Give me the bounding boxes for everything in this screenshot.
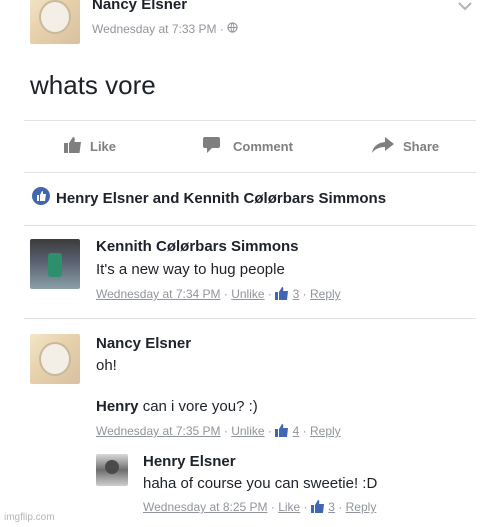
comment-1-like-count[interactable]: 3	[293, 287, 300, 301]
comment-1-author[interactable]: Kennith Cølørbars Simmons	[96, 238, 299, 255]
comment-1-like-count-icon	[275, 287, 292, 301]
divider-middle	[24, 172, 476, 173]
reply-text: haha of course you can sweetie! :D	[143, 475, 378, 492]
post-timestamp[interactable]: Wednesday at 7:33 PM ·	[92, 22, 238, 36]
sep: ·	[303, 500, 311, 514]
sep: ·	[302, 287, 310, 301]
thumbs-up-icon	[64, 136, 82, 156]
comment-2-text2: can i vore you? :)	[142, 398, 258, 415]
share-arrow-icon	[372, 136, 394, 156]
reply-author[interactable]: Henry Elsner	[143, 453, 236, 470]
reply-reply-button[interactable]: Reply	[346, 500, 377, 514]
share-label: Share	[403, 138, 440, 154]
imgflip-watermark: imgflip.com	[4, 512, 55, 523]
post-options-chevron-icon[interactable]	[458, 0, 472, 11]
comment-2-reply-button[interactable]: Reply	[310, 424, 341, 438]
comment-2-meta: Wednesday at 7:35 PM · Unlike · 4 · Repl…	[96, 424, 341, 438]
comment-2-like-count-icon	[275, 424, 292, 438]
reactions-text: Henry Elsner and Kennith Cølørbars Simmo…	[56, 190, 387, 207]
comment-avatar-kennith[interactable]	[30, 239, 80, 289]
sep: ·	[302, 424, 310, 438]
share-button[interactable]: Share	[372, 136, 440, 156]
post-author-name[interactable]: Nancy Elsner	[92, 0, 187, 13]
comment-2-author[interactable]: Nancy Elsner	[96, 335, 191, 352]
reactions-summary[interactable]: Henry Elsner and Kennith Cølørbars Simmo…	[32, 187, 386, 210]
comment-label: Comment	[233, 138, 293, 154]
like-reaction-icon	[32, 187, 50, 210]
comment-button[interactable]: Comment	[203, 136, 293, 156]
comment-2-unlike-button[interactable]: Unlike	[231, 424, 264, 438]
like-label: Like	[90, 138, 117, 154]
reply-time[interactable]: Wednesday at 8:25 PM	[143, 500, 268, 514]
comment-2-like-count[interactable]: 4	[293, 424, 300, 438]
globe-icon	[227, 22, 238, 36]
post-timestamp-text[interactable]: Wednesday at 7:33 PM	[92, 22, 217, 36]
comment-1-unlike-button[interactable]: Unlike	[231, 287, 264, 301]
comment-avatar-nancy[interactable]	[30, 334, 80, 384]
divider-top	[24, 120, 476, 121]
reply-like-count[interactable]: 3	[328, 500, 335, 514]
comment-2-time[interactable]: Wednesday at 7:35 PM	[96, 424, 221, 438]
comment-1-time[interactable]: Wednesday at 7:34 PM	[96, 287, 221, 301]
post-author-avatar[interactable]	[30, 0, 80, 44]
post-text: whats vore	[30, 70, 156, 100]
comment-2-second-line: Henry can i vore you? :)	[96, 398, 258, 415]
comment-1-meta: Wednesday at 7:34 PM · Unlike · 3 · Repl…	[96, 287, 341, 301]
reply-meta: Wednesday at 8:25 PM · Like · 3 · Reply	[143, 500, 376, 514]
sep: ·	[338, 500, 346, 514]
reply-like-count-icon	[310, 500, 328, 514]
comment-divider	[24, 318, 476, 319]
comment-1-reply-button[interactable]: Reply	[310, 287, 341, 301]
like-button[interactable]: Like	[64, 136, 117, 156]
comment-icon	[203, 136, 221, 156]
reply-like-button[interactable]: Like	[278, 500, 300, 514]
divider-bottom	[24, 225, 476, 226]
mention-henry[interactable]: Henry	[96, 398, 139, 415]
reply-avatar-henry[interactable]	[96, 454, 128, 486]
comment-2-text: oh!	[96, 357, 117, 374]
comment-1-text: It's a new way to hug people	[96, 261, 285, 278]
